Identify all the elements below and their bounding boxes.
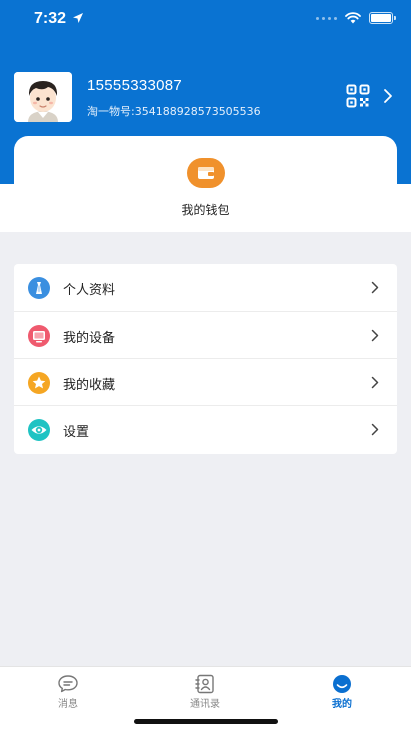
chevron-right-icon[interactable] bbox=[382, 87, 394, 105]
wifi-icon bbox=[345, 12, 361, 24]
profile-icon bbox=[28, 277, 50, 299]
tab-messages[interactable]: 消息 bbox=[28, 671, 108, 711]
menu-item-devices[interactable]: 我的设备 bbox=[14, 311, 397, 358]
menu-item-settings[interactable]: 设置 bbox=[14, 405, 397, 452]
menu-item-label: 我的设备 bbox=[63, 331, 116, 346]
avatar[interactable] bbox=[14, 72, 72, 122]
menu-list: 个人资料 我的设备 我的收藏 设置 bbox=[14, 264, 397, 454]
tab-label: 通讯录 bbox=[190, 699, 220, 710]
menu-item-favorites[interactable]: 我的收藏 bbox=[14, 358, 397, 405]
wallet-icon[interactable] bbox=[187, 158, 225, 188]
signal-dots-icon bbox=[316, 16, 337, 20]
contacts-book-icon bbox=[195, 674, 214, 694]
device-icon bbox=[28, 325, 50, 347]
tab-label: 我的 bbox=[332, 699, 352, 710]
star-icon bbox=[28, 372, 50, 394]
status-bar: 7:32 bbox=[0, 0, 411, 40]
location-arrow-icon bbox=[73, 13, 83, 23]
tab-label: 消息 bbox=[58, 699, 78, 710]
me-face-icon bbox=[333, 675, 351, 693]
battery-icon bbox=[369, 12, 396, 24]
tab-me[interactable]: 我的 bbox=[302, 671, 382, 711]
tab-contacts[interactable]: 通讯录 bbox=[165, 671, 245, 711]
qr-code-icon[interactable] bbox=[346, 84, 370, 108]
status-time: 7:32 bbox=[34, 10, 67, 27]
menu-item-profile[interactable]: 个人资料 bbox=[14, 264, 397, 311]
cartoon-boy-avatar bbox=[14, 72, 72, 122]
settings-eye-icon bbox=[28, 419, 50, 441]
chat-bubble-icon bbox=[58, 675, 78, 693]
home-indicator bbox=[134, 719, 278, 724]
chevron-right-icon bbox=[371, 329, 379, 342]
chevron-right-icon bbox=[371, 376, 379, 389]
user-phone: 15555333087 bbox=[87, 77, 183, 94]
wallet-label[interactable]: 我的钱包 bbox=[0, 201, 411, 218]
menu-item-label: 我的收藏 bbox=[63, 378, 116, 393]
menu-item-label: 设置 bbox=[63, 425, 90, 440]
chevron-right-icon bbox=[371, 281, 379, 294]
chevron-right-icon bbox=[371, 423, 379, 436]
user-id: 淘一物号:354188928573505536 bbox=[87, 105, 261, 118]
menu-item-label: 个人资料 bbox=[63, 283, 116, 298]
